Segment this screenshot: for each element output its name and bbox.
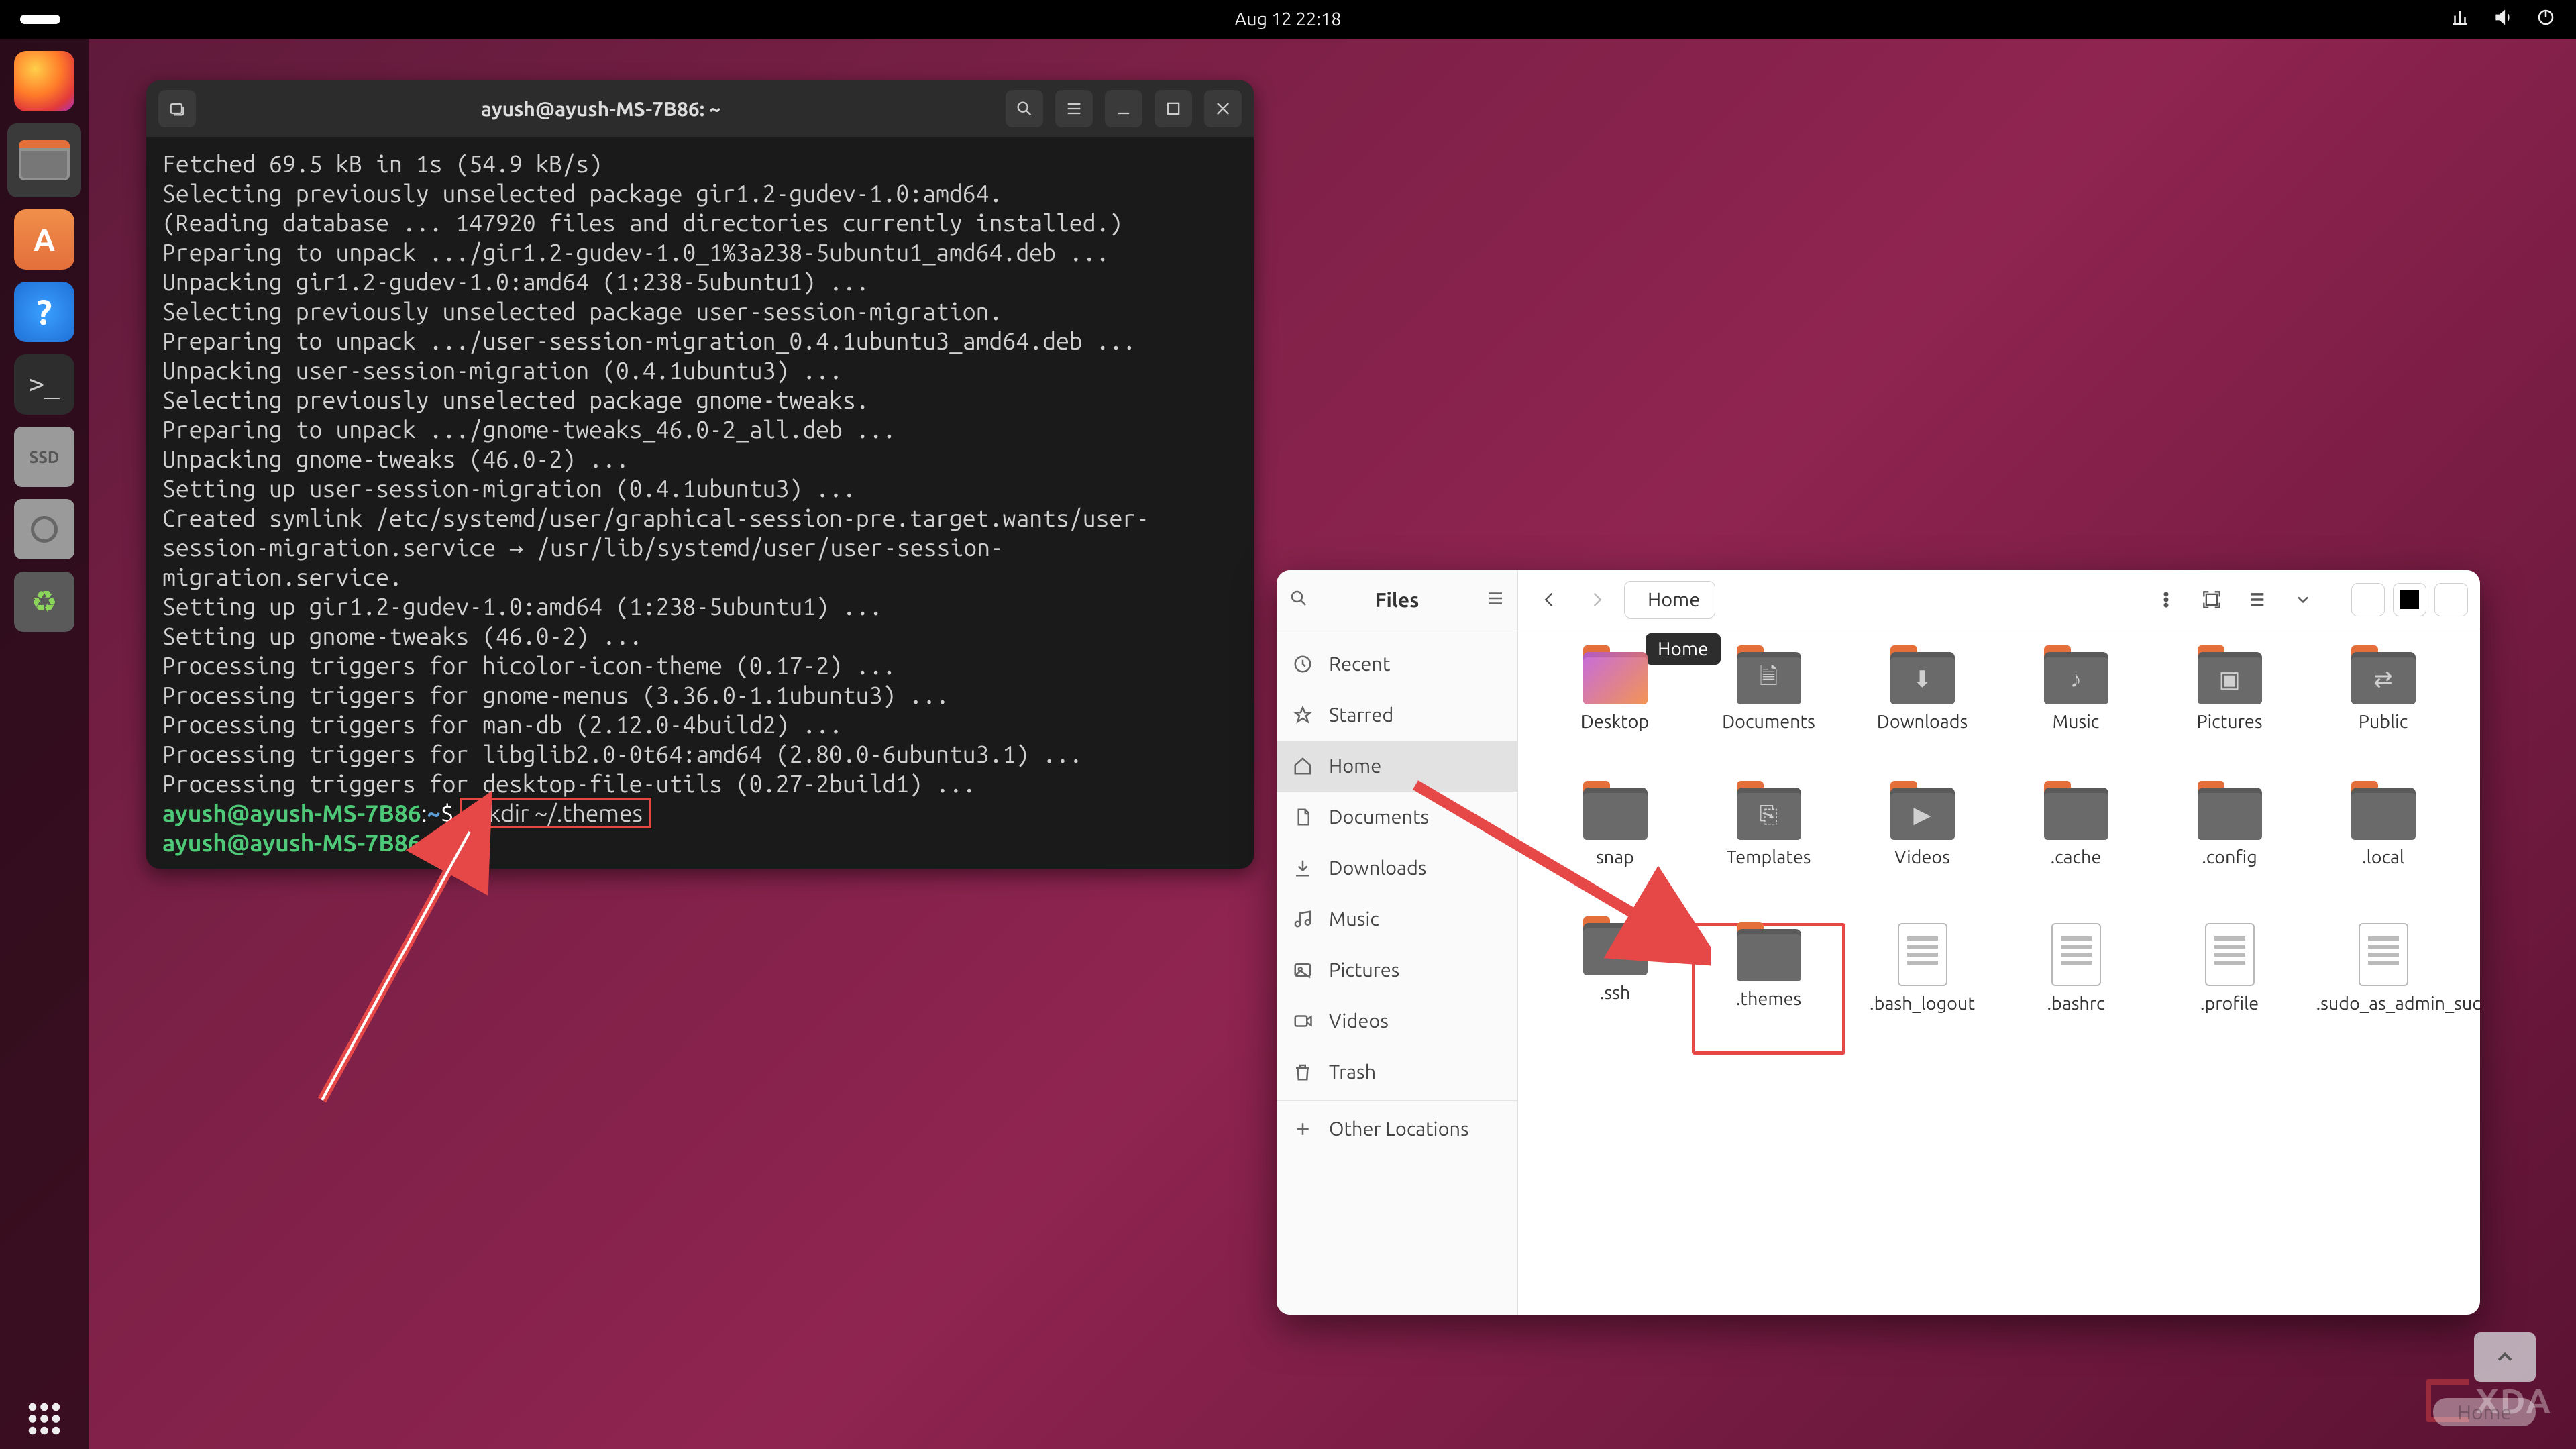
terminal-minimize-button[interactable] xyxy=(1105,90,1142,127)
files-focus-mode-button[interactable] xyxy=(2193,581,2231,619)
files-forward-button[interactable] xyxy=(1577,580,1616,619)
clock[interactable]: Aug 12 22:18 xyxy=(1235,9,1342,30)
folder-icon xyxy=(1583,652,1648,704)
file-item-public[interactable]: ⇄Public xyxy=(2306,652,2460,784)
terminal-new-tab-button[interactable] xyxy=(158,90,196,127)
files-search-button[interactable] xyxy=(1289,588,1309,611)
folder-icon xyxy=(1737,929,1801,981)
folder-icon: ⎘ xyxy=(1737,788,1801,840)
files-sidebar: Files RecentStarredHomeDocumentsDownload… xyxy=(1277,570,1518,1315)
files-back-button[interactable] xyxy=(1530,580,1569,619)
sidebar-item-documents[interactable]: Documents xyxy=(1277,792,1517,843)
folder-icon xyxy=(2351,788,2416,840)
terminal-headerbar: ayush@ayush-MS-7B86: ~ xyxy=(146,80,1254,137)
dock-files[interactable] xyxy=(7,123,81,197)
dock-show-apps[interactable] xyxy=(14,1389,74,1449)
terminal-title: ayush@ayush-MS-7B86: ~ xyxy=(196,97,1006,120)
sidebar-item-home[interactable]: Home xyxy=(1277,741,1517,792)
file-icon xyxy=(1898,923,1947,986)
files-minimize-button[interactable] xyxy=(2351,583,2385,616)
sidebar-item-videos[interactable]: Videos xyxy=(1277,996,1517,1046)
files-location-menu-button[interactable] xyxy=(2147,581,2185,619)
dock-software[interactable]: A xyxy=(14,209,74,270)
file-item-templates[interactable]: ⎘Templates xyxy=(1692,788,1845,919)
terminal-maximize-button[interactable] xyxy=(1155,90,1192,127)
top-bar: Aug 12 22:18 xyxy=(0,0,2576,39)
file-item-profile[interactable]: .profile xyxy=(2153,923,2306,1055)
files-sidebar-menu-button[interactable] xyxy=(1485,588,1505,611)
file-item-bashrc[interactable]: .bashrc xyxy=(1999,923,2153,1055)
folder-icon xyxy=(2044,788,2108,840)
dock-terminal[interactable]: >_ xyxy=(14,354,74,415)
files-grid[interactable]: Desktop🗎Documents⬇Downloads♪Music▣Pictur… xyxy=(1518,629,2480,1315)
file-icon xyxy=(2051,923,2101,986)
sidebar-item-other-locations[interactable]: Other Locations xyxy=(1277,1104,1517,1155)
scroll-to-top-button[interactable] xyxy=(2474,1332,2536,1382)
dock-firefox[interactable] xyxy=(14,51,74,111)
power-icon[interactable] xyxy=(2536,7,2556,32)
files-app-title: Files xyxy=(1322,588,1472,611)
file-item-desktop[interactable]: Desktop xyxy=(1538,652,1692,784)
sidebar-item-trash[interactable]: Trash xyxy=(1277,1046,1517,1097)
file-icon xyxy=(2359,923,2408,986)
files-toolbar: Home xyxy=(1518,570,2480,629)
dock-help[interactable]: ? xyxy=(14,282,74,342)
files-path-tooltip: Home xyxy=(1646,633,1721,665)
file-item-documents[interactable]: 🗎Documents xyxy=(1692,652,1845,784)
activities-pill[interactable] xyxy=(20,15,60,24)
breadcrumb-home-label: Home xyxy=(2433,1398,2536,1426)
file-item-bash-logout[interactable]: .bash_logout xyxy=(1845,923,1999,1055)
file-item-ssh[interactable]: .ssh xyxy=(1538,923,1692,1055)
folder-icon: ▣ xyxy=(2198,652,2262,704)
file-item-config[interactable]: .config xyxy=(2153,788,2306,919)
terminal-close-button[interactable] xyxy=(1204,90,1242,127)
terminal-search-button[interactable] xyxy=(1006,90,1043,127)
folder-icon xyxy=(1583,788,1648,840)
dock-trash[interactable]: ♻ xyxy=(14,572,74,632)
sidebar-item-recent[interactable]: Recent xyxy=(1277,639,1517,690)
dock: A ? >_ SSD ♻ xyxy=(0,39,89,1449)
sidebar-item-music[interactable]: Music xyxy=(1277,894,1517,945)
files-main: Home Home Desktop🗎Documents⬇Downloads♪Mu… xyxy=(1518,570,2480,1315)
file-item-local[interactable]: .local xyxy=(2306,788,2460,919)
file-item-snap[interactable]: snap xyxy=(1538,788,1692,919)
folder-icon: ⬇ xyxy=(1890,652,1955,704)
files-close-button[interactable] xyxy=(2434,583,2468,616)
file-item-sudo-as-admin-successful[interactable]: .sudo_as_admin_successful xyxy=(2306,923,2460,1055)
network-icon[interactable] xyxy=(2450,7,2470,32)
sidebar-item-downloads[interactable]: Downloads xyxy=(1277,843,1517,894)
terminal-menu-button[interactable] xyxy=(1055,90,1093,127)
folder-icon xyxy=(1583,923,1648,975)
terminal-window: ayush@ayush-MS-7B86: ~ Fetched 69.5 kB i… xyxy=(146,80,1254,869)
files-view-list-button[interactable] xyxy=(2239,581,2276,619)
files-window: Files RecentStarredHomeDocumentsDownload… xyxy=(1277,570,2480,1315)
folder-icon: ▶ xyxy=(1890,788,1955,840)
files-view-dropdown-button[interactable] xyxy=(2284,581,2322,619)
file-item-downloads[interactable]: ⬇Downloads xyxy=(1845,652,1999,784)
folder-icon: ⇄ xyxy=(2351,652,2416,704)
dock-disk[interactable] xyxy=(14,499,74,559)
folder-icon: 🗎 xyxy=(1737,652,1801,704)
file-icon xyxy=(2205,923,2255,986)
file-item-videos[interactable]: ▶Videos xyxy=(1845,788,1999,919)
files-path-label: Home xyxy=(1648,589,1700,610)
folder-icon xyxy=(2198,788,2262,840)
sidebar-item-starred[interactable]: Starred xyxy=(1277,690,1517,741)
file-item-music[interactable]: ♪Music xyxy=(1999,652,2153,784)
file-item-pictures[interactable]: ▣Pictures xyxy=(2153,652,2306,784)
volume-icon[interactable] xyxy=(2493,7,2513,32)
sidebar-item-pictures[interactable]: Pictures xyxy=(1277,945,1517,996)
folder-icon: ♪ xyxy=(2044,652,2108,704)
file-item-cache[interactable]: .cache xyxy=(1999,788,2153,919)
files-path-home[interactable]: Home xyxy=(1624,581,1715,619)
files-maximize-button[interactable] xyxy=(2393,583,2426,616)
terminal-output[interactable]: Fetched 69.5 kB in 1s (54.9 kB/s) Select… xyxy=(146,137,1254,869)
file-item-themes[interactable]: .themes xyxy=(1692,923,1845,1055)
dock-disk-ssd[interactable]: SSD xyxy=(14,427,74,487)
